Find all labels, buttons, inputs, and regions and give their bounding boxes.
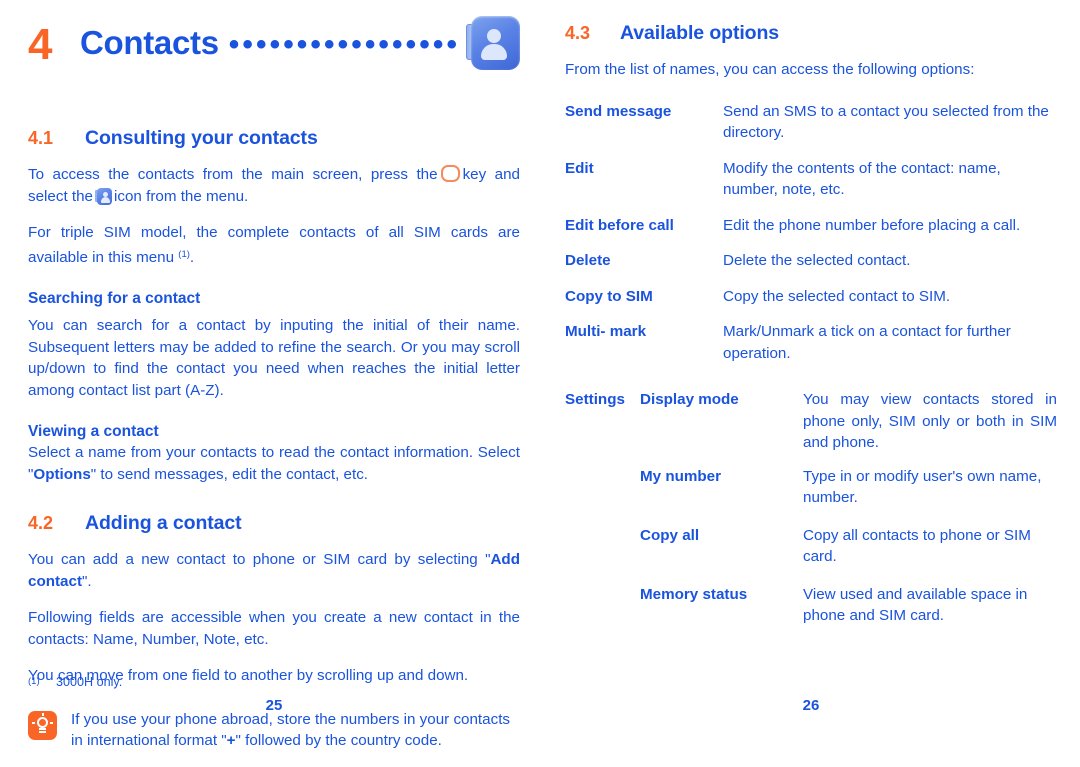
paragraph-add-contact: You can add a new contact to phone or SI… xyxy=(28,549,520,592)
lightbulb-tip-icon xyxy=(28,710,57,740)
section-title-4-1: Consulting your contacts xyxy=(85,127,318,149)
option-row: Copy to SIM Copy the selected contact to… xyxy=(565,286,1057,308)
triple-sim-text: For triple SIM model, the complete conta… xyxy=(28,224,520,266)
viewing-options-bold: Options xyxy=(33,465,91,483)
access-text-part3: icon from the menu. xyxy=(114,187,249,205)
option-term: Edit xyxy=(565,159,594,177)
paragraph-triple-sim: For triple SIM model, the complete conta… xyxy=(28,222,520,268)
chapter-number: 4 xyxy=(28,20,53,69)
bulb-ray-left xyxy=(32,721,35,724)
add-text-part1: You can add a new contact to phone or SI… xyxy=(28,551,491,568)
section-heading-4-2: 4.2 Adding a contact xyxy=(28,512,520,535)
paragraph-fields: Following fields are accessible when you… xyxy=(28,609,520,648)
tip-text: If you use your phone abroad, store the … xyxy=(71,709,520,752)
section-heading-4-1: 4.1 Consulting your contacts xyxy=(28,127,520,150)
option-row: Edit before call Edit the phone number b… xyxy=(565,215,1057,237)
settings-label: Settings xyxy=(565,391,625,408)
access-text-part1: To access the contacts from the main scr… xyxy=(28,166,438,183)
subheading-viewing: Viewing a contact xyxy=(28,423,159,440)
section-number-4-3: 4.3 xyxy=(565,23,591,43)
round-key-icon xyxy=(440,165,460,182)
option-term: Delete xyxy=(565,252,611,269)
person-head-small xyxy=(102,191,108,197)
right-page-column: 4.3 Available options From the list of n… xyxy=(565,0,1057,767)
footnote-mark: (1) xyxy=(28,676,40,687)
paragraph-access-contacts: To access the contacts from the main scr… xyxy=(28,164,520,207)
settings-description: You may view contacts stored in phone on… xyxy=(803,391,1057,451)
option-term: Multi- mark xyxy=(565,323,647,340)
settings-indent-spacer xyxy=(565,584,640,627)
settings-term: Copy all xyxy=(640,526,700,544)
page-number-right: 26 xyxy=(802,697,820,714)
paragraph-options-intro: From the list of names, you can access t… xyxy=(565,61,975,78)
contacts-inline-icon xyxy=(95,187,113,205)
option-row: Multi- mark Mark/Unmark a tick on a cont… xyxy=(565,321,1057,364)
settings-description: View used and available space in phone a… xyxy=(803,585,1028,625)
settings-term: Display mode xyxy=(640,391,739,408)
settings-row-display-mode: Settings Display mode You may view conta… xyxy=(565,389,1057,454)
paragraph-viewing: Select a name from your contacts to read… xyxy=(28,442,520,485)
option-row: Delete Delete the selected contact. xyxy=(565,250,1057,272)
section-number-4-2: 4.2 xyxy=(28,513,54,533)
option-description: Mark/Unmark a tick on a contact for furt… xyxy=(723,323,1011,362)
add-text-part2: ". xyxy=(82,572,92,590)
leader-line: ••••••••••••••••••••••••• xyxy=(229,32,460,54)
option-term: Edit before call xyxy=(565,216,674,234)
person-head-shape xyxy=(487,29,501,43)
book-cover xyxy=(471,16,520,70)
footnote-reference: (1) xyxy=(178,248,190,260)
footnote: (1) 3000H only. xyxy=(28,675,122,689)
option-row: Send message Send an SMS to a contact yo… xyxy=(565,101,1057,144)
option-term: Send message xyxy=(565,102,672,120)
tip-box: If you use your phone abroad, store the … xyxy=(28,709,520,752)
settings-description: Type in or modify user's own name, numbe… xyxy=(803,467,1042,507)
tip-plus-bold: + xyxy=(226,732,236,749)
paragraph-searching: You can search for a contact by inputing… xyxy=(28,317,520,399)
tip-text-part2: " followed by the country code. xyxy=(235,732,442,749)
option-description: Send an SMS to a contact you selected fr… xyxy=(723,102,1049,142)
chapter-title: Contacts xyxy=(80,24,219,61)
chapter-header: 4 Contacts ••••••••••••••••••••••••• xyxy=(28,16,520,100)
option-description: Modify the contents of the contact: name… xyxy=(723,159,1001,199)
footnote-text: 3000H only. xyxy=(56,675,123,689)
section-title-4-3: Available options xyxy=(620,22,780,44)
person-body-shape xyxy=(481,44,507,60)
manual-page-spread: 4 Contacts ••••••••••••••••••••••••• 4.1… xyxy=(0,0,1080,767)
settings-row-my-number: My number Type in or modify user's own n… xyxy=(565,466,1057,509)
triple-sim-period: . xyxy=(189,248,195,266)
subheading-searching: Searching for a contact xyxy=(28,290,201,307)
person-body-small xyxy=(100,196,110,203)
settings-term: Memory status xyxy=(640,585,748,603)
settings-term: My number xyxy=(640,467,722,485)
section-heading-4-3: 4.3 Available options xyxy=(565,22,1057,45)
option-term: Copy to SIM xyxy=(565,287,653,305)
bulb-glass-shape xyxy=(37,716,48,728)
option-description: Copy the selected contact to SIM. xyxy=(723,287,951,305)
settings-row-copy-all: Copy all Copy all contacts to phone or S… xyxy=(565,525,1057,568)
page-number-left: 25 xyxy=(265,697,283,714)
settings-indent-spacer xyxy=(565,525,640,568)
option-row: Edit Modify the contents of the contact:… xyxy=(565,158,1057,201)
settings-indent-spacer xyxy=(565,466,640,509)
bulb-ray-right xyxy=(50,721,53,724)
contacts-book-icon xyxy=(466,16,520,70)
left-page-column: 4 Contacts ••••••••••••••••••••••••• 4.1… xyxy=(28,0,520,767)
settings-description: Copy all contacts to phone or SIM card. xyxy=(803,526,1031,566)
viewing-text-part2: " to send messages, edit the contact, et… xyxy=(90,465,369,483)
option-description: Delete the selected contact. xyxy=(723,252,911,269)
option-description: Edit the phone number before placing a c… xyxy=(723,216,1021,234)
section-title-4-2: Adding a contact xyxy=(85,512,242,534)
leader-dots: ••••••••••••••••••••••••• xyxy=(229,38,460,52)
bulb-base-shape xyxy=(39,727,46,730)
section-number-4-1: 4.1 xyxy=(28,128,54,148)
settings-row-memory-status: Memory status View used and available sp… xyxy=(565,584,1057,627)
chapter-title-wrap: Contacts ••••••••••••••••••••••••• xyxy=(80,22,460,62)
